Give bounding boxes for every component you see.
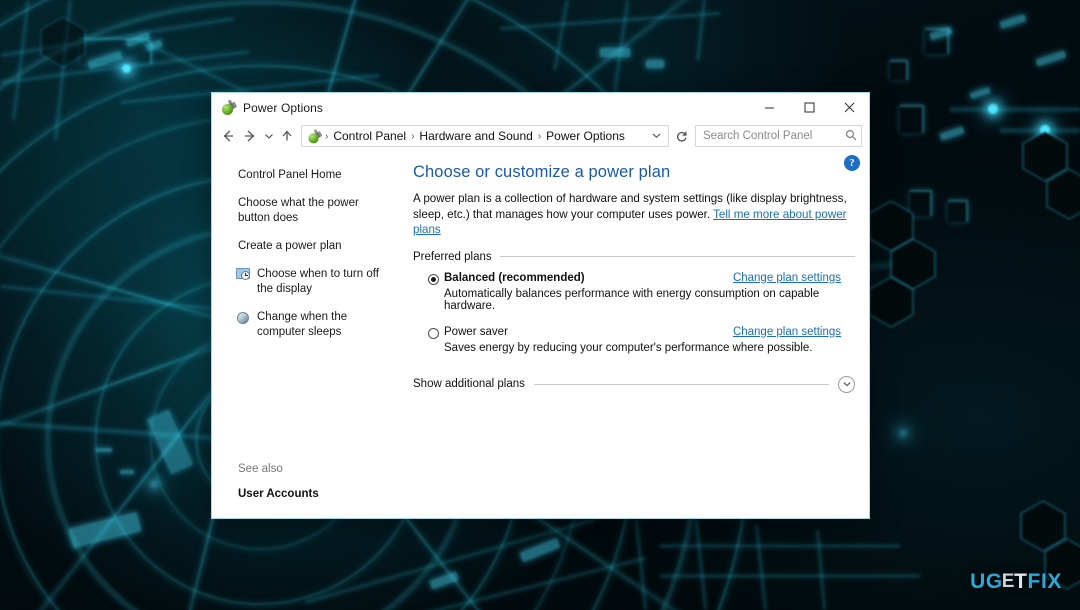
breadcrumb-separator: › bbox=[325, 130, 329, 142]
intro-paragraph: A power plan is a collection of hardware… bbox=[413, 191, 855, 238]
plan-description: Automatically balances performance with … bbox=[444, 287, 820, 312]
breadcrumb[interactable]: › Control Panel › Hardware and Sound › P… bbox=[301, 125, 669, 147]
radio-power-saver[interactable] bbox=[428, 327, 439, 339]
desktop-background: Power Options › Control Panel › Hardware… bbox=[0, 0, 1080, 610]
divider bbox=[533, 383, 829, 385]
search-input[interactable] bbox=[703, 130, 845, 142]
minimize-button[interactable] bbox=[749, 93, 789, 122]
moon-icon bbox=[236, 310, 252, 326]
search-box[interactable] bbox=[695, 125, 862, 147]
back-arrow-icon[interactable] bbox=[217, 125, 239, 147]
change-plan-settings-power-saver[interactable]: Change plan settings bbox=[733, 326, 841, 338]
chevron-down-circle-icon[interactable] bbox=[838, 375, 855, 393]
plan-power-saver[interactable]: Power saver Saves energy by reducing you… bbox=[413, 326, 855, 354]
search-icon[interactable] bbox=[845, 129, 857, 144]
maximize-button[interactable] bbox=[789, 93, 829, 122]
watermark-part1: UG bbox=[970, 570, 1003, 593]
window-body: Control Panel Home Choose what the power… bbox=[212, 150, 869, 518]
up-arrow-icon[interactable] bbox=[276, 125, 298, 147]
sidebar-item-label: Choose when to turn off the display bbox=[257, 268, 379, 295]
sidebar-item-create-power-plan[interactable]: Create a power plan bbox=[238, 239, 391, 254]
sidebar-item-label: Choose what the power button does bbox=[238, 197, 359, 224]
watermark-part3: T bbox=[1014, 570, 1028, 593]
watermark-ugetfix: UG E T FIX bbox=[970, 570, 1062, 594]
breadcrumb-item-power-options[interactable]: Power Options bbox=[543, 129, 628, 143]
sidebar-item-power-button[interactable]: Choose what the power button does bbox=[238, 196, 391, 226]
sidebar: Control Panel Home Choose what the power… bbox=[212, 150, 401, 518]
show-additional-plans-row[interactable]: Show additional plans bbox=[413, 375, 855, 393]
monitor-clock-icon bbox=[236, 267, 252, 283]
power-plug-icon bbox=[220, 99, 237, 116]
address-dropdown-chevron-down-icon[interactable] bbox=[650, 131, 666, 142]
plan-description: Saves energy by reducing your computer's… bbox=[444, 341, 813, 354]
recent-locations-chevron-down-icon[interactable] bbox=[261, 125, 276, 147]
breadcrumb-item-hardware-and-sound[interactable]: Hardware and Sound bbox=[416, 129, 535, 143]
plan-name: Power saver bbox=[444, 325, 508, 338]
control-panel-icon bbox=[306, 128, 323, 144]
divider bbox=[499, 256, 855, 257]
see-also-section: See also User Accounts bbox=[238, 463, 398, 500]
watermark-part4: FIX bbox=[1027, 570, 1062, 593]
sidebar-item-turn-off-display[interactable]: Choose when to turn off the display bbox=[236, 267, 391, 297]
breadcrumb-separator: › bbox=[411, 130, 415, 142]
preferred-plans-label: Preferred plans bbox=[413, 250, 492, 263]
show-additional-plans-label: Show additional plans bbox=[413, 378, 525, 390]
plan-name: Balanced (recommended) bbox=[444, 271, 585, 284]
window-titlebar[interactable]: Power Options bbox=[212, 93, 869, 122]
see-also-title: See also bbox=[238, 463, 283, 475]
breadcrumb-item-control-panel[interactable]: Control Panel bbox=[330, 129, 409, 143]
close-button[interactable] bbox=[829, 93, 869, 122]
main-content: ? Choose or customize a power plan A pow… bbox=[401, 150, 869, 518]
plan-balanced[interactable]: Balanced (recommended) Automatically bal… bbox=[413, 272, 855, 312]
power-options-window: Power Options › Control Panel › Hardware… bbox=[211, 92, 870, 519]
window-title: Power Options bbox=[243, 100, 324, 115]
see-also-user-accounts-link[interactable]: User Accounts bbox=[238, 488, 398, 500]
change-plan-settings-balanced[interactable]: Change plan settings bbox=[733, 272, 841, 284]
preferred-plans-header: Preferred plans bbox=[413, 251, 855, 263]
sidebar-item-computer-sleeps[interactable]: Change when the computer sleeps bbox=[236, 310, 391, 340]
forward-arrow-icon[interactable] bbox=[239, 125, 261, 147]
page-title: Choose or customize a power plan bbox=[413, 163, 671, 181]
refresh-icon[interactable] bbox=[673, 125, 690, 147]
breadcrumb-separator: › bbox=[537, 130, 542, 142]
sidebar-item-label: Change when the computer sleeps bbox=[257, 311, 348, 338]
help-icon[interactable]: ? bbox=[844, 155, 860, 171]
radio-balanced[interactable] bbox=[428, 273, 439, 285]
sidebar-item-label: Control Panel Home bbox=[238, 169, 342, 181]
window-controls bbox=[749, 93, 869, 122]
sidebar-item-control-panel-home[interactable]: Control Panel Home bbox=[238, 168, 391, 183]
sidebar-item-label: Create a power plan bbox=[238, 240, 342, 252]
address-bar: › Control Panel › Hardware and Sound › P… bbox=[212, 122, 869, 150]
